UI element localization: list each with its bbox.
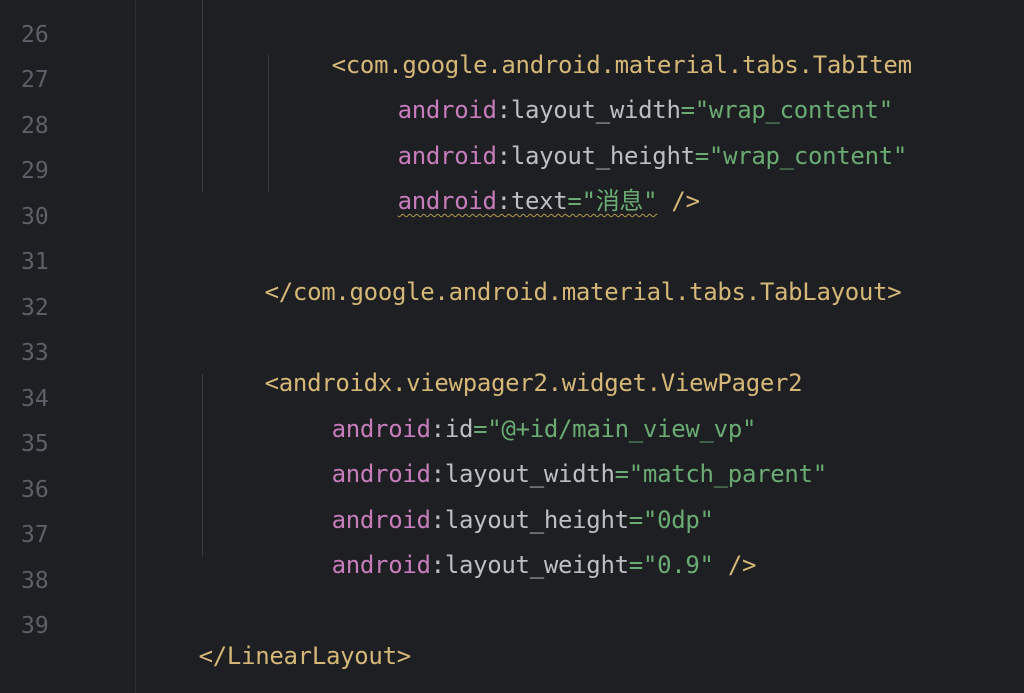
tag-close-bracket: > <box>887 278 902 306</box>
line-number: 34 <box>21 386 49 412</box>
line-number: 26 <box>21 22 49 48</box>
tag-close-bracket: > <box>396 642 411 670</box>
code-editor[interactable]: 26 27 28 29 30 31 32 33 34 35 36 37 38 3… <box>0 0 1024 693</box>
attribute-value: "消息" <box>581 187 658 215</box>
attribute-namespace: android <box>331 551 431 579</box>
colon: : <box>430 551 445 579</box>
line-number: 32 <box>21 295 49 321</box>
line-number: 29 <box>21 158 49 184</box>
attribute-value: "0.9" <box>642 551 714 579</box>
indent-guide <box>202 374 203 556</box>
line-number: 38 <box>21 568 49 594</box>
code-line[interactable]: android:layout_weight="0.9" /> <box>275 520 757 579</box>
attribute-namespace: android <box>397 187 497 215</box>
tag-name: LinearLayout <box>226 642 397 670</box>
code-line[interactable]: <com.google.android.material.tabs.TabIte… <box>275 20 912 79</box>
tag-name: com.google.android.material.tabs.TabLayo… <box>292 278 888 306</box>
indent-guide <box>202 0 203 192</box>
line-number: 27 <box>21 67 49 93</box>
line-number: 37 <box>21 522 49 548</box>
attribute-name: text <box>510 187 568 215</box>
colon: : <box>496 187 511 215</box>
tag-open-bracket: </ <box>264 278 294 306</box>
attribute-name: layout_weight <box>444 551 629 579</box>
equals-sign: = <box>628 551 643 579</box>
code-line[interactable]: </com.google.android.material.tabs.TabLa… <box>208 247 902 306</box>
equals-sign: = <box>567 187 582 215</box>
code-line[interactable]: <androidx.viewpager2.widget.ViewPager2 <box>208 338 803 397</box>
tag-self-close: /> <box>657 187 700 215</box>
line-number: 33 <box>21 340 49 366</box>
tag-open-bracket: </ <box>198 642 228 670</box>
code-line[interactable]: android:id="@+id/main_view_vp" <box>275 384 757 443</box>
line-number: 36 <box>21 477 49 503</box>
line-number: 30 <box>21 204 49 230</box>
tag-self-close: /> <box>713 551 757 579</box>
code-line[interactable]: android:layout_height="wrap_content" <box>341 111 908 170</box>
code-line[interactable]: android:layout_width="wrap_content" <box>341 65 894 124</box>
code-line[interactable]: android:layout_height="0dp" <box>275 475 714 534</box>
line-number: 35 <box>21 431 49 457</box>
line-number: 31 <box>21 249 49 275</box>
code-line[interactable]: </LinearLayout> <box>142 611 412 670</box>
line-number-gutter: 26 27 28 29 30 31 32 33 34 35 36 37 38 3… <box>0 0 136 693</box>
attribute-value: "wrap_content" <box>708 142 908 170</box>
code-line[interactable]: android:text="消息" /> <box>341 156 700 215</box>
code-line[interactable]: android:layout_width="match_parent" <box>275 429 828 488</box>
indent-guide <box>268 55 269 192</box>
line-number: 28 <box>21 113 49 139</box>
line-number: 39 <box>21 613 49 639</box>
